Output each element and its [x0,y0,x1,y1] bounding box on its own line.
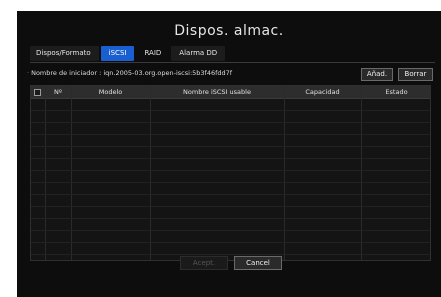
tab-raid[interactable]: RAID [136,46,169,61]
tab-iscsi[interactable]: iSCSI [100,46,135,61]
cancel-button[interactable]: Cancel [234,256,282,270]
initiator-name: · Nombre de iniciador : iqn.2005-03.org.o… [27,69,232,77]
column-iscsi-name: Nombre iSCSI usable [183,88,251,96]
row-divider [31,182,430,183]
bullet-icon: · [27,69,30,77]
row-divider [31,134,430,135]
storage-device-dialog: Dispos. almac. Dispos/Formato iSCSI RAID… [17,11,441,297]
column-divider [45,86,46,260]
column-divider [361,86,362,260]
dialog-title: Dispos. almac. [174,23,284,39]
select-all-checkbox[interactable] [34,89,41,96]
column-number: Nº [54,88,62,96]
row-divider [31,254,430,255]
column-divider [284,86,285,260]
accept-button[interactable]: Acept. [180,256,228,270]
row-divider [31,122,430,123]
column-divider [150,86,151,260]
tab-hdd-alarm[interactable]: Alarma DD [171,46,226,61]
tab-divider [30,62,435,63]
tab-bar: Dispos/Formato iSCSI RAID Alarma DD [30,45,227,62]
iscsi-table: Nº Modelo Nombre iSCSI usable Capacidad … [30,85,431,261]
row-divider [31,230,430,231]
column-status: Estado [385,88,408,96]
row-divider [31,218,430,219]
row-divider [31,146,430,147]
row-divider [31,206,430,207]
initiator-name-text: Nombre de iniciador : iqn.2005-03.org.op… [31,69,233,77]
row-divider [31,242,430,243]
table-header: Nº Modelo Nombre iSCSI usable Capacidad … [31,86,430,99]
row-divider [31,110,430,111]
tab-device-format[interactable]: Dispos/Formato [30,46,99,61]
row-divider [31,194,430,195]
add-button[interactable]: Añad. [361,68,393,81]
delete-button[interactable]: Borrar [398,68,433,81]
row-divider [31,158,430,159]
column-capacity: Capacidad [305,88,340,96]
column-divider [71,86,72,260]
row-divider [31,170,430,171]
column-model: Modelo [98,88,123,96]
